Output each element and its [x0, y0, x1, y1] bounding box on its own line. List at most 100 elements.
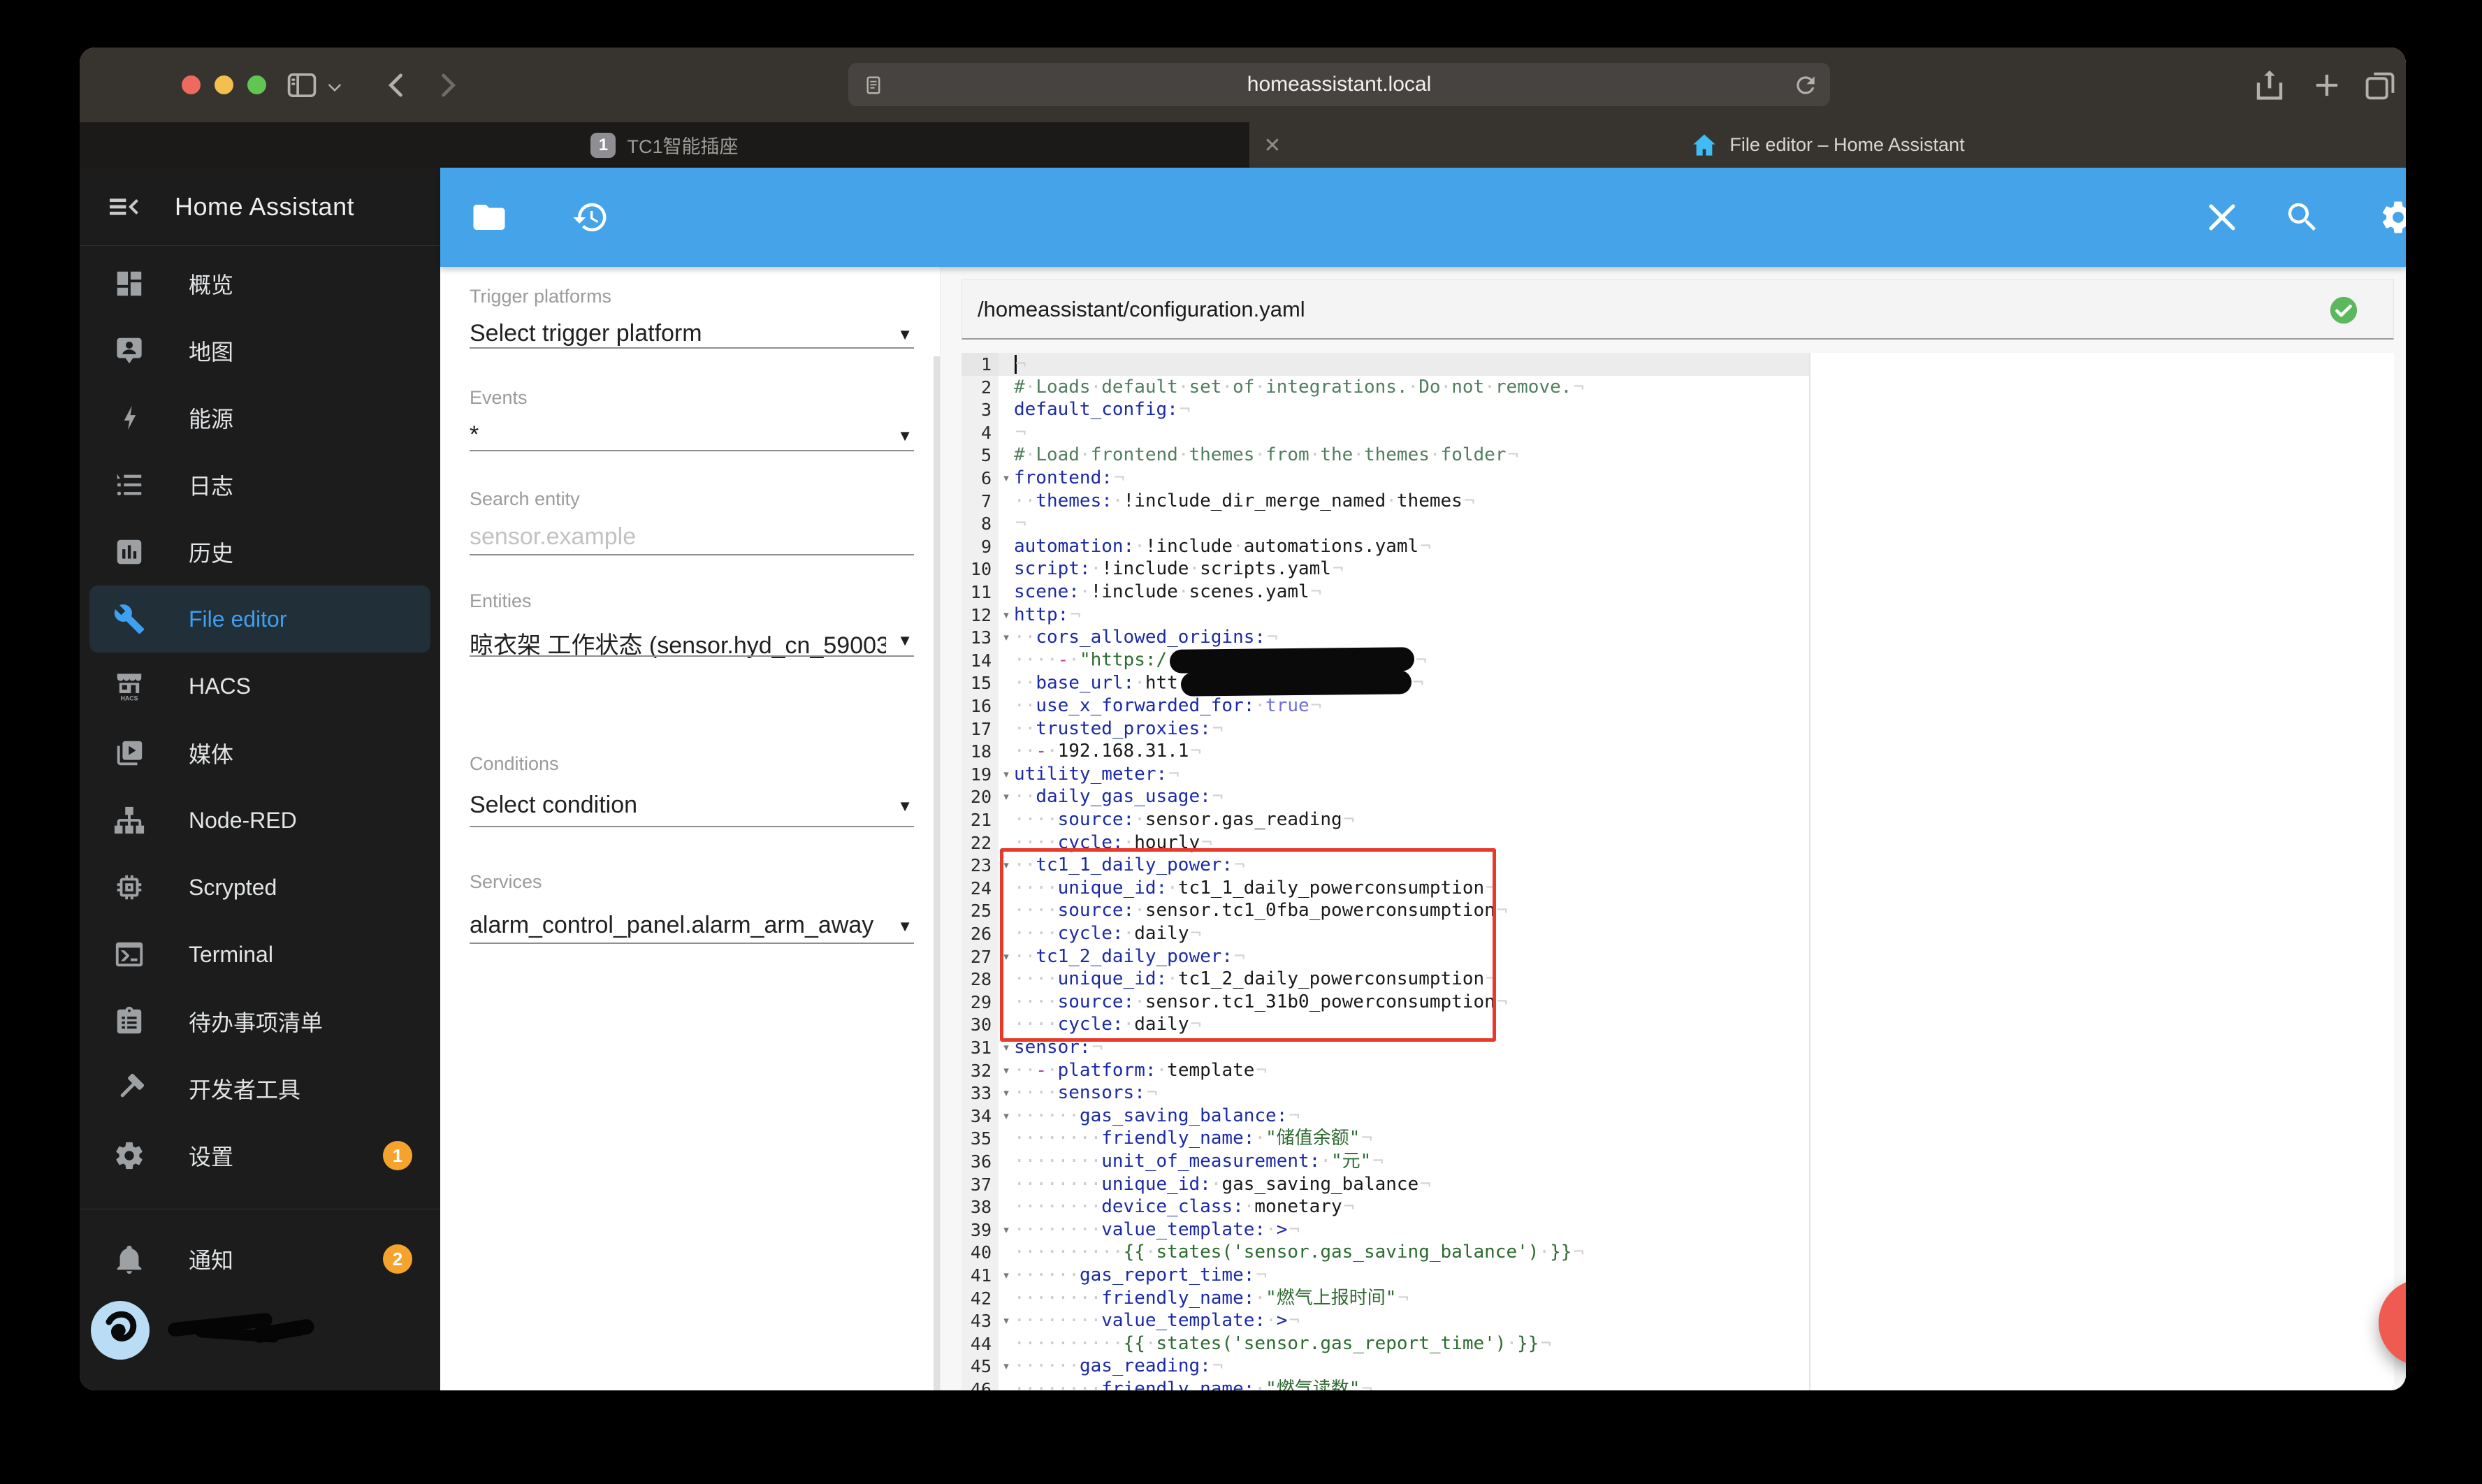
- tab-file-editor[interactable]: File editor – Home Assistant: [1249, 122, 2406, 168]
- history-icon[interactable]: [572, 198, 609, 236]
- gear-icon[interactable]: [2379, 198, 2406, 236]
- sidebar-item-Scrypted[interactable]: Scrypted: [80, 854, 440, 921]
- code-line[interactable]: 8 ¬: [961, 512, 2394, 536]
- code-line[interactable]: 42 ········friendly_name:·"燃气上报时间"¬: [961, 1286, 2394, 1310]
- code-line[interactable]: 35 ········friendly_name:·"储值余额"¬: [961, 1127, 2394, 1151]
- sidebar-icon[interactable]: [284, 67, 320, 103]
- code-line[interactable]: 38 ········device_class:·monetary¬: [961, 1195, 2394, 1219]
- back-icon[interactable]: [379, 67, 415, 103]
- sidebar-item-开发者工具[interactable]: 开发者工具: [80, 1055, 440, 1122]
- code-line[interactable]: 21 ····source:·sensor.gas_reading¬: [961, 808, 2394, 831]
- share-icon[interactable]: [2251, 67, 2288, 103]
- menu-collapse-icon[interactable]: [105, 187, 144, 226]
- reader-icon[interactable]: [861, 73, 886, 98]
- chevron-down-icon[interactable]: ▼: [897, 326, 913, 344]
- code-line[interactable]: 40 ··········{{·states('sensor.gas_saving…: [961, 1241, 2394, 1265]
- avatar[interactable]: [91, 1301, 150, 1360]
- fold-arrow-icon[interactable]: ▾: [999, 467, 1014, 490]
- sidebar-item-notifications[interactable]: 通知 2: [80, 1225, 440, 1293]
- close-icon[interactable]: [2203, 198, 2241, 236]
- zoom-window-button[interactable]: [247, 75, 266, 94]
- chevron-down-icon[interactable]: ▼: [897, 427, 913, 445]
- sidebar-item-File editor[interactable]: File editor: [89, 585, 430, 653]
- sidebar-item-Node-RED[interactable]: Node-RED: [80, 787, 440, 854]
- code-line[interactable]: 4 ¬: [961, 421, 2394, 444]
- code-line[interactable]: 46 ········friendly_name:·"燃气读数"¬: [961, 1378, 2394, 1390]
- fold-arrow-icon[interactable]: ▾: [999, 1082, 1014, 1105]
- code-line[interactable]: 17 ··trusted_proxies:¬: [961, 717, 2394, 741]
- minimize-window-button[interactable]: [215, 75, 233, 94]
- code-line[interactable]: 34 ▾ ······gas_saving_balance:¬: [961, 1104, 2394, 1128]
- code-line[interactable]: 7 ··themes:·!include_dir_merge_named·them…: [961, 489, 2394, 513]
- code-line[interactable]: 13 ▾ ··cors_allowed_origins:¬: [961, 626, 2394, 650]
- code-line[interactable]: 43 ▾ ········value_template:·>¬: [961, 1309, 2394, 1333]
- tab-tc1[interactable]: 1 TC1智能插座: [80, 122, 1249, 168]
- code-line[interactable]: 14 ····-·"https:/¬: [961, 647, 2394, 674]
- fold-arrow-icon[interactable]: ▾: [999, 1219, 1014, 1242]
- sidebar-item-历史[interactable]: 历史: [80, 518, 440, 585]
- panel-scrollbar[interactable]: [934, 356, 940, 1390]
- fold-arrow-icon[interactable]: ▾: [999, 785, 1014, 808]
- chevron-down-icon[interactable]: ▼: [897, 632, 913, 650]
- sidebar-item-能源[interactable]: 能源: [80, 384, 440, 451]
- code-line[interactable]: 3 default_config:¬: [961, 398, 2394, 422]
- close-window-button[interactable]: [182, 75, 201, 94]
- code-line[interactable]: 2 #·Loads·default·set·of·integrations.·Do…: [961, 375, 2394, 399]
- fold-arrow-icon[interactable]: ▾: [999, 1355, 1014, 1378]
- fold-arrow-icon[interactable]: ▾: [999, 1059, 1014, 1082]
- code-line[interactable]: 32 ▾ ··-·platform:·template¬: [961, 1059, 2394, 1082]
- forward-icon[interactable]: [429, 67, 465, 103]
- code-line[interactable]: 15 ··base_url:·htt ¬: [961, 670, 2394, 697]
- chevron-down-icon[interactable]: ▼: [897, 797, 913, 815]
- file-path-field[interactable]: /homeassistant/configuration.yaml: [961, 279, 2394, 340]
- code-line[interactable]: 33 ▾ ····sensors:¬: [961, 1082, 2394, 1105]
- field-input[interactable]: sensor.example: [470, 523, 914, 551]
- code-line[interactable]: 18 ··-·192.168.31.1¬: [961, 740, 2394, 764]
- field-select[interactable]: alarm_control_panel.alarm_arm_away: [470, 912, 886, 939]
- fold-arrow-icon[interactable]: ▾: [999, 604, 1014, 627]
- sidebar-item-设置[interactable]: 设置 1: [80, 1122, 440, 1189]
- fold-arrow-icon[interactable]: ▾: [999, 1309, 1014, 1332]
- fold-arrow-icon[interactable]: ▾: [999, 1105, 1014, 1128]
- sidebar-item-日志[interactable]: 日志: [80, 451, 440, 518]
- code-line[interactable]: 11 scene:·!include·scenes.yaml¬: [961, 581, 2394, 604]
- fold-arrow-icon[interactable]: ▾: [999, 626, 1014, 649]
- code-line[interactable]: 1 ¬: [961, 353, 2394, 376]
- new-tab-icon[interactable]: [2309, 67, 2345, 103]
- sidebar-item-地图[interactable]: 地图: [80, 317, 440, 384]
- code-line[interactable]: 10 script:·!include·scripts.yaml¬: [961, 558, 2394, 581]
- code-line[interactable]: 20 ▾ ··daily_gas_usage:¬: [961, 785, 2394, 809]
- address-bar[interactable]: homeassistant.local: [848, 63, 1830, 106]
- field-select[interactable]: *: [470, 421, 886, 449]
- sidebar-item-媒体[interactable]: 媒体: [80, 720, 440, 787]
- sidebar-item-概览[interactable]: 概览: [80, 250, 440, 317]
- code-line[interactable]: 45 ▾ ······gas_reading:¬: [961, 1355, 2394, 1378]
- code-line[interactable]: 5 #·Load·frontend·themes·from·the·themes·…: [961, 444, 2394, 467]
- code-editor[interactable]: 1 ¬ 2 #·Loads·default·set·of·integrations.·…: [961, 353, 2394, 1390]
- refresh-icon[interactable]: [1792, 72, 1819, 99]
- chevron-down-icon[interactable]: ▼: [897, 917, 913, 936]
- code-line[interactable]: 9 automation:·!include·automations.yaml¬: [961, 534, 2394, 558]
- code-line[interactable]: 19 ▾ utility_meter:¬: [961, 762, 2394, 786]
- code-line[interactable]: 36 ········unit_of_measurement:·"元"¬: [961, 1150, 2394, 1173]
- tab-overview-icon[interactable]: [2362, 67, 2398, 103]
- sidebar-item-Terminal[interactable]: Terminal: [80, 921, 440, 988]
- close-tab-icon[interactable]: ✕: [1259, 132, 1286, 159]
- code-line[interactable]: 37 ········unique_id:·gas_saving_balance¬: [961, 1172, 2394, 1196]
- code-line[interactable]: 6 ▾ frontend:¬: [961, 467, 2394, 490]
- chevron-down-icon[interactable]: [326, 78, 344, 96]
- code-line[interactable]: 41 ▾ ······gas_report_time:¬: [961, 1264, 2394, 1287]
- sidebar-item-HACS[interactable]: HACS HACS: [80, 653, 440, 720]
- folder-icon[interactable]: [470, 198, 508, 236]
- fold-arrow-icon[interactable]: ▾: [999, 763, 1014, 786]
- fold-arrow-icon[interactable]: ▾: [999, 1264, 1014, 1287]
- code-line[interactable]: 16 ··use_x_forwarded_for:·true¬: [961, 694, 2394, 718]
- code-line[interactable]: 12 ▾ http:¬: [961, 603, 2394, 627]
- code-line[interactable]: 44 ··········{{·states('sensor.gas_report…: [961, 1332, 2394, 1355]
- code-line[interactable]: 39 ▾ ········value_template:·>¬: [961, 1218, 2394, 1242]
- search-icon[interactable]: [2284, 198, 2321, 236]
- user-profile[interactable]: [80, 1297, 440, 1364]
- field-select[interactable]: Select condition: [470, 792, 886, 819]
- field-select[interactable]: Select trigger platform: [470, 320, 886, 347]
- sidebar-item-待办事项清单[interactable]: 待办事项清单: [80, 988, 440, 1055]
